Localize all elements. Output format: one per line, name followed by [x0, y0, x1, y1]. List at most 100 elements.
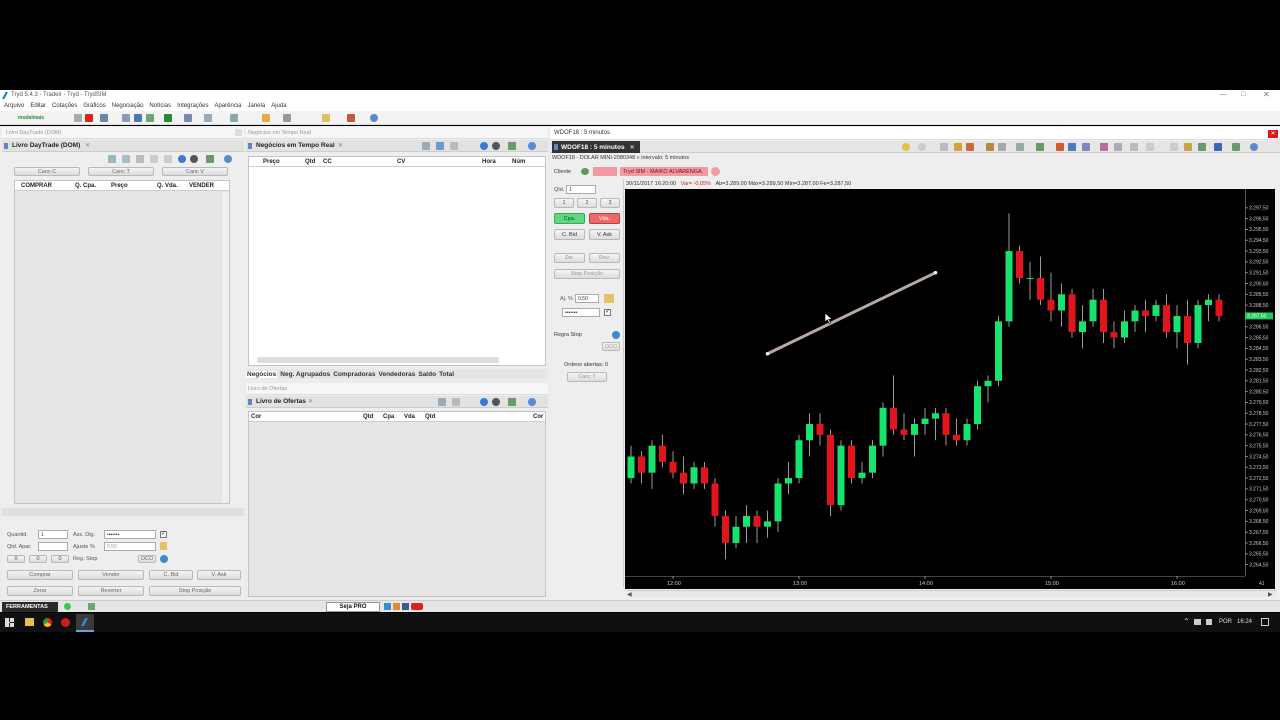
- negocios-filter-icon[interactable]: [436, 142, 444, 150]
- refresh-icon[interactable]: [370, 114, 378, 122]
- dom-tool3-icon[interactable]: [136, 155, 144, 163]
- social-blog-icon[interactable]: [393, 603, 400, 610]
- dom-vender-button[interactable]: Vender: [78, 570, 144, 580]
- ferramentas-button[interactable]: FERRAMENTAS: [2, 602, 58, 612]
- notifications-icon[interactable]: [1261, 618, 1269, 626]
- window-icon[interactable]: [122, 114, 130, 122]
- tray-language[interactable]: POR: [1219, 619, 1232, 625]
- boleta-stop-posicao-button[interactable]: Stop Posição: [554, 269, 620, 279]
- dom-reverter-button[interactable]: Reverter: [78, 586, 144, 596]
- ofertas-grid-icon[interactable]: [438, 398, 446, 406]
- menu-arquivo[interactable]: Arquivo: [4, 103, 24, 109]
- zero2-box[interactable]: 0: [29, 555, 47, 563]
- account-selector[interactable]: Tryd SIM - MAIKO ALVARENGA: [620, 167, 708, 176]
- dom-oco-button[interactable]: OCO: [138, 555, 156, 563]
- dom-tool1-icon[interactable]: [108, 155, 116, 163]
- chart-tab-close-icon[interactable]: ✕: [630, 144, 635, 151]
- dom-play-icon[interactable]: [178, 155, 186, 163]
- trend-line-end-handle[interactable]: [933, 270, 938, 275]
- tab-vendedoras[interactable]: Vendedoras: [379, 371, 416, 378]
- ofertas-tab-close-icon[interactable]: ✕: [308, 398, 313, 405]
- negocios-tab-close-icon[interactable]: ✕: [338, 142, 343, 149]
- chart-tool-indicator-icon[interactable]: [1100, 143, 1108, 151]
- boleta-qty-2-button[interactable]: 2: [577, 198, 597, 208]
- boleta-vda-button[interactable]: Vda.: [589, 213, 620, 224]
- chart-tool-pencil-icon[interactable]: [954, 143, 962, 151]
- tools-icon[interactable]: [283, 114, 291, 122]
- negocios-tab[interactable]: Negócios em Tempo Real: [256, 142, 335, 149]
- dom-canc-t-button[interactable]: Canc T: [88, 167, 154, 176]
- menu-integracoes[interactable]: Integrações: [177, 103, 208, 109]
- boleta-qty-3-button[interactable]: 3: [600, 198, 620, 208]
- seja-pro-button[interactable]: Seja PRO: [326, 602, 380, 612]
- negocios-bars-icon[interactable]: [422, 142, 430, 150]
- book-icon[interactable]: [184, 114, 192, 122]
- ajuste-input[interactable]: 0,50: [104, 542, 156, 551]
- chart-tool-line-icon[interactable]: [986, 143, 994, 151]
- user-icon[interactable]: [347, 114, 355, 122]
- tab-neg-agrupados[interactable]: Neg. Agrupados: [280, 371, 330, 378]
- boleta-cpa-button[interactable]: Cpa.: [554, 213, 585, 224]
- stop-icon[interactable]: [85, 114, 93, 122]
- boleta-qtd-input[interactable]: 1: [566, 185, 596, 194]
- scroll-right-icon[interactable]: ▶: [1268, 591, 1273, 598]
- chart-tool-c-icon[interactable]: [1198, 143, 1206, 151]
- menu-noticias[interactable]: Notícias: [149, 103, 171, 109]
- chart-tool-b-icon[interactable]: [1184, 143, 1192, 151]
- negocios-settings-icon[interactable]: [508, 142, 516, 150]
- account-search-icon[interactable]: [711, 167, 720, 176]
- recorder-icon[interactable]: [61, 618, 70, 627]
- boleta-aj-input[interactable]: 0,50: [575, 294, 599, 303]
- chart-tool-sun-icon[interactable]: [902, 143, 910, 151]
- dom-help-icon[interactable]: [224, 155, 232, 163]
- social-link-icon[interactable]: [384, 603, 391, 610]
- chart-hscrollbar[interactable]: ◀ ▶: [626, 590, 1276, 598]
- list-icon[interactable]: [146, 114, 154, 122]
- negocios-play-icon[interactable]: [480, 142, 488, 150]
- regra-stop-info-icon[interactable]: [612, 331, 620, 339]
- minimize-icon[interactable]: —: [1220, 91, 1227, 98]
- tray-network-icon[interactable]: [1194, 619, 1201, 625]
- chart-tool-cursor-icon[interactable]: [940, 143, 948, 151]
- chart-tool-grid-icon[interactable]: [1016, 143, 1024, 151]
- dom-tool5-icon[interactable]: [164, 155, 172, 163]
- boleta-aj-lock-icon[interactable]: [604, 294, 614, 303]
- chart-tool-d-icon[interactable]: [1214, 143, 1222, 151]
- ass-dig-input[interactable]: •••••••: [104, 530, 156, 539]
- negocios-stop-icon[interactable]: [492, 142, 500, 150]
- boleta-zer-button[interactable]: Zer.: [554, 253, 585, 263]
- boleta-password-checkbox[interactable]: ✓: [604, 309, 611, 316]
- chart-tool-text-icon[interactable]: [1036, 143, 1044, 151]
- dom-stop-icon[interactable]: [190, 155, 198, 163]
- zero3-box[interactable]: 0: [51, 555, 69, 563]
- menu-cotacoes[interactable]: Cotações: [52, 103, 77, 109]
- chart-icon[interactable]: [134, 114, 142, 122]
- chart-settings-icon[interactable]: [1232, 143, 1240, 151]
- boleta-oco-button[interactable]: OCO: [602, 342, 620, 351]
- chart-window-close-icon[interactable]: ✕: [1268, 130, 1278, 138]
- chart-tool-brush-icon[interactable]: [966, 143, 974, 151]
- tray-clock[interactable]: 16:24: [1237, 619, 1252, 625]
- boleta-vask-button[interactable]: V. Ask: [589, 229, 620, 240]
- dom-tool2-icon[interactable]: [122, 155, 130, 163]
- dom-tool4-icon[interactable]: [150, 155, 158, 163]
- youtube-icon[interactable]: [411, 603, 423, 610]
- ofertas-play-icon[interactable]: [480, 398, 488, 406]
- play-icon[interactable]: [74, 114, 82, 122]
- scroll-left-icon[interactable]: ◀: [627, 591, 632, 598]
- chart-tool-magnet-icon[interactable]: [1056, 143, 1064, 151]
- monitor-icon[interactable]: [100, 114, 108, 122]
- cliente-color-swatch[interactable]: [593, 167, 617, 176]
- dom-tab-close-icon[interactable]: ✕: [85, 142, 90, 149]
- chart-tool-bars-icon[interactable]: [1082, 143, 1090, 151]
- ofertas-help-icon[interactable]: [528, 398, 536, 406]
- menu-negociacao[interactable]: Negociação: [112, 103, 144, 109]
- menu-ajuda[interactable]: Ajuda: [271, 103, 286, 109]
- chart-help-icon[interactable]: [1250, 143, 1258, 151]
- boleta-cbid-button[interactable]: C. Bid: [554, 229, 585, 240]
- menu-graficos[interactable]: Gráficos: [83, 103, 105, 109]
- chart-tool-save-icon[interactable]: [1130, 143, 1138, 151]
- tab-compradoras[interactable]: Compradoras: [333, 371, 375, 378]
- trend-line-start-handle[interactable]: [765, 351, 770, 356]
- qtd-apar-input[interactable]: [38, 542, 68, 551]
